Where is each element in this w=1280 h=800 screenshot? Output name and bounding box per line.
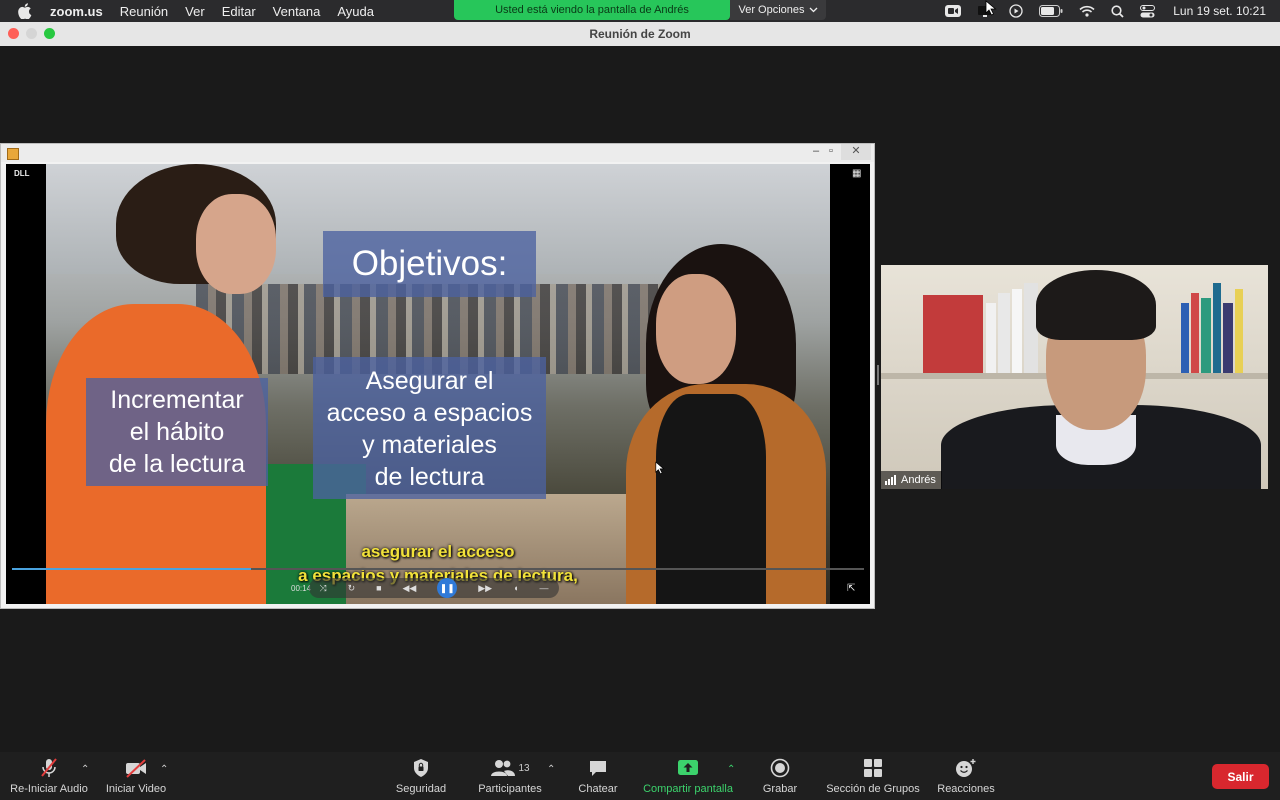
slide-title-box: Objetivos:	[323, 231, 536, 297]
media-player-titlebar: – ▫ ✕	[1, 144, 874, 162]
player-close-button[interactable]: ✕	[841, 144, 871, 160]
microphone-muted-icon	[39, 757, 59, 779]
menu-app-name[interactable]: zoom.us	[50, 4, 103, 19]
record-icon	[770, 757, 790, 779]
volume-icon[interactable]: ◖	[513, 583, 518, 593]
mouse-cursor-icon	[985, 0, 997, 16]
menu-reunion[interactable]: Reunión	[120, 4, 168, 19]
menu-ventana[interactable]: Ventana	[273, 4, 321, 19]
zoom-window-titlebar: Reunión de Zoom	[0, 22, 1280, 46]
share-screen-button-label: Compartir pantalla	[643, 783, 733, 795]
repeat-icon[interactable]: ↻	[348, 583, 356, 594]
reactions-button-label: Reacciones	[937, 783, 995, 795]
breakout-rooms-button[interactable]: Sección de Grupos	[824, 752, 922, 800]
video-camera-off-icon	[124, 757, 148, 779]
participants-button-label: Participantes	[478, 783, 542, 795]
objective-mid-line: y materiales	[362, 431, 497, 459]
player-maximize-button[interactable]: ▫	[829, 145, 833, 157]
slide-objective-left: Incrementar el hábito de la lectura	[86, 378, 268, 486]
shield-icon	[412, 757, 430, 779]
menu-editar[interactable]: Editar	[222, 4, 256, 19]
leave-meeting-button[interactable]: Salir	[1212, 764, 1269, 789]
objective-mid-line: de lectura	[374, 463, 485, 491]
zoom-status-icon[interactable]	[945, 5, 962, 17]
shared-screen: – ▫ ✕ DLL ▦ Objetivos: Incrementar el há…	[0, 143, 875, 609]
search-icon[interactable]	[1111, 4, 1124, 18]
media-player-app-icon	[7, 148, 19, 160]
record-button-label: Grabar	[762, 783, 798, 795]
objective-left-line: Incrementar	[110, 386, 244, 414]
slide-objective-middle: Asegurar el acceso a espacios y material…	[313, 357, 546, 499]
screen-share-banner: Usted está viendo la pantalla de Andrés	[454, 0, 730, 20]
breakout-rooms-icon	[863, 757, 883, 779]
video-frame[interactable]: DLL ▦ Objetivos: Incrementar el hábito d…	[6, 164, 870, 604]
objective-mid-line: Asegurar el	[365, 367, 494, 395]
stop-icon[interactable]: ■	[376, 583, 381, 593]
wifi-icon[interactable]	[1079, 5, 1095, 17]
share-screen-icon	[677, 757, 699, 779]
record-button[interactable]: Grabar	[756, 752, 804, 800]
rewind-icon[interactable]: ◀◀	[403, 583, 417, 594]
audio-button[interactable]: Re-Iniciar Audio	[9, 752, 89, 800]
mouse-cursor-icon	[655, 461, 665, 475]
view-options-label: Ver Opciones	[738, 4, 805, 16]
view-options-button[interactable]: Ver Opciones	[730, 0, 826, 20]
chat-button[interactable]: Chatear	[572, 752, 624, 800]
shuffle-icon[interactable]: ⤨	[319, 583, 326, 594]
video-subtitle-line-1: asegurar el acceso	[361, 542, 515, 561]
apple-icon[interactable]	[18, 3, 32, 19]
share-options-caret[interactable]: ⌃	[727, 764, 735, 775]
pane-resize-handle[interactable]	[877, 365, 879, 385]
participant-name: Andrés	[901, 474, 936, 486]
fast-forward-icon[interactable]: ▶▶	[478, 583, 492, 594]
chevron-down-icon	[809, 7, 817, 13]
battery-icon[interactable]	[1039, 5, 1063, 17]
participants-button[interactable]: 13 Participantes	[474, 752, 546, 800]
objective-mid-line: acceso a espacios	[326, 399, 533, 427]
video-button-label: Iniciar Video	[105, 783, 167, 795]
menu-ver[interactable]: Ver	[185, 4, 205, 19]
video-progress-bar[interactable]	[12, 568, 864, 570]
chat-bubble-icon	[588, 757, 608, 779]
menu-ayuda[interactable]: Ayuda	[337, 4, 374, 19]
breakout-rooms-button-label: Sección de Grupos	[826, 783, 920, 795]
volume-slider[interactable]: —	[539, 583, 548, 593]
security-button[interactable]: Seguridad	[391, 752, 451, 800]
share-screen-button[interactable]: Compartir pantalla	[640, 752, 736, 800]
pause-button[interactable]: ❚❚	[437, 578, 458, 598]
meeting-toolbar: Re-Iniciar Audio ⌃ Iniciar Video ⌃ Segur…	[0, 752, 1280, 800]
chat-button-label: Chatear	[578, 783, 618, 795]
video-corner-label: DLL	[14, 169, 30, 178]
participant-video[interactable]: Andrés	[881, 265, 1268, 489]
objective-left-line: de la lectura	[108, 450, 246, 478]
menu-bar-clock[interactable]: Lun 19 set. 10:21	[1173, 4, 1266, 18]
participants-count: 13	[518, 762, 530, 774]
audio-button-label: Re-Iniciar Audio	[10, 783, 88, 795]
video-progress-fill	[12, 568, 251, 570]
window-title: Reunión de Zoom	[589, 27, 691, 41]
expand-icon[interactable]: ⇱	[847, 583, 855, 594]
grid-view-icon[interactable]: ▦	[852, 168, 861, 179]
video-controls: ⤨ ↻ ■ ◀◀ ❚❚ ▶▶ ◖ —	[309, 578, 559, 598]
connection-signal-icon	[885, 475, 897, 485]
play-status-icon[interactable]	[1009, 4, 1023, 18]
objective-left-line: el hábito	[129, 418, 225, 446]
reactions-button[interactable]: Reacciones	[934, 752, 998, 800]
security-button-label: Seguridad	[395, 783, 447, 795]
participants-options-caret[interactable]: ⌃	[547, 764, 555, 775]
player-minimize-button[interactable]: –	[813, 145, 819, 157]
participant-name-tag: Andrés	[881, 471, 942, 489]
status-icons: Lun 19 set. 10:21	[929, 0, 1280, 22]
audio-options-caret[interactable]: ⌃	[81, 764, 89, 775]
participants-icon: 13	[490, 757, 530, 779]
reactions-smiley-icon	[955, 757, 977, 779]
video-button[interactable]: Iniciar Video	[104, 752, 168, 800]
control-center-icon[interactable]	[1140, 4, 1156, 18]
video-options-caret[interactable]: ⌃	[160, 764, 168, 775]
